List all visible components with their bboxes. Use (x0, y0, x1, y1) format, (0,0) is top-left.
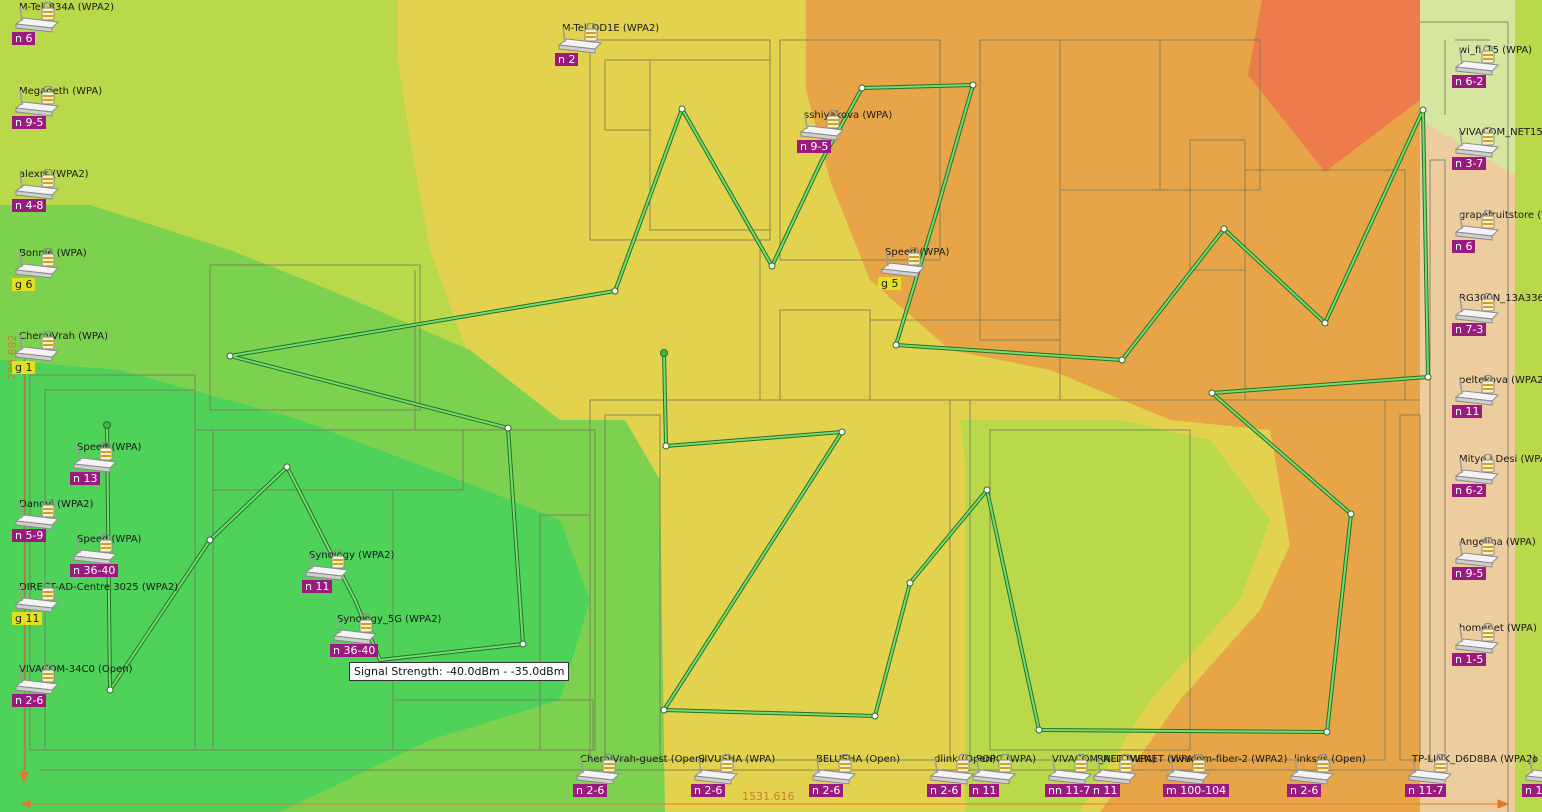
router-icon (1454, 537, 1500, 568)
channel-badge: g 5 (878, 277, 902, 290)
access-point[interactable]: sshiyakova (WPA) n 9-5 (797, 110, 957, 166)
router-icon (14, 248, 60, 279)
access-point[interactable]: VIVACOM-34C0 (Open) n 2-6 (12, 664, 172, 720)
router-icon (1454, 454, 1500, 485)
router-icon (557, 23, 603, 54)
access-point[interactable]: VIVACOM_NET15 n 3-7 (1452, 127, 1542, 183)
channel-badge: g 1 (12, 361, 36, 374)
channel-badge: n 11-7 (1405, 784, 1447, 797)
router-icon (693, 754, 739, 785)
access-point[interactable]: alexrs (WPA2) n 4-8 (12, 169, 172, 225)
heatmap-canvas[interactable]: 789.682 1531.616 M-Tel_834A (WPA2) n 6 Meg… (0, 0, 1542, 812)
router-icon (1407, 754, 1453, 785)
router-icon (1454, 293, 1500, 324)
router-icon (1454, 375, 1500, 406)
access-point[interactable]: Synology (WPA2) n 11 (302, 550, 462, 606)
channel-badge: n 6-2 (1452, 75, 1487, 88)
router-icon (1524, 757, 1542, 783)
heatmap-svg (0, 0, 1542, 812)
router-icon (14, 331, 60, 362)
channel-badge: n 2-6 (927, 784, 962, 797)
channel-badge: n 5-9 (12, 529, 47, 542)
channel-badge: n 11 (969, 784, 1000, 797)
access-point[interactable]: grapefruitstore (W n 6 (1452, 210, 1542, 266)
access-point[interactable]: wi_fi_15 (WPA) n 6-2 (1452, 45, 1542, 101)
access-point[interactable]: Bonnie (WPA) g 6 (12, 248, 172, 304)
channel-badge: n 13 (70, 472, 101, 485)
router-icon (799, 110, 845, 141)
access-point[interactable]: Angelina (WPA) n 9-5 (1452, 537, 1542, 593)
channel-badge: n 4-8 (12, 199, 47, 212)
channel-badge: n 9-5 (12, 116, 47, 129)
channel-badge: n 9-5 (797, 140, 832, 153)
router-icon (14, 169, 60, 200)
router-icon (72, 534, 118, 565)
access-point[interactable]: Mityo i Desi (WPA n 6-2 (1452, 454, 1542, 510)
router-icon (14, 2, 60, 33)
channel-badge: n 7-3 (1452, 323, 1487, 336)
channel-badge: n 11 (1090, 784, 1121, 797)
router-icon (1289, 754, 1335, 785)
router-icon (929, 754, 975, 785)
access-point[interactable]: homenet (WPA) n 1-5 (1452, 623, 1542, 679)
access-point[interactable]: Speed (WPA) n 13 (70, 442, 230, 498)
access-point[interactable]: Megadeth (WPA) n 9-5 (12, 86, 172, 142)
channel-badge: n 6 (1452, 240, 1476, 253)
channel-badge: n 9-5 (1452, 567, 1487, 580)
access-point[interactable]: peltekova (WPA2) n 11 (1452, 375, 1542, 431)
channel-badge: n 2-6 (12, 694, 47, 707)
channel-badge: n 6 (12, 32, 36, 45)
router-icon (1047, 754, 1093, 785)
channel-badge: n 36-40 (70, 564, 119, 577)
channel-badge: n 1 (1522, 784, 1542, 797)
router-icon (575, 754, 621, 785)
router-icon (880, 247, 926, 278)
channel-badge: n 2-6 (1287, 784, 1322, 797)
router-icon (1092, 754, 1138, 785)
channel-badge: g 11 (12, 612, 43, 625)
router-icon (304, 550, 350, 581)
router-icon (1454, 127, 1500, 158)
access-point[interactable]: M-Tel_834A (WPA2) n 6 (12, 2, 172, 58)
access-point[interactable]: Speed (WPA) g 5 (878, 247, 1038, 303)
channel-badge: g 6 (12, 278, 36, 291)
router-icon (14, 86, 60, 117)
router-icon (811, 754, 857, 785)
router-icon (14, 499, 60, 530)
router-icon (14, 582, 60, 613)
channel-badge: n 2 (555, 53, 579, 66)
channel-badge: n 2-6 (691, 784, 726, 797)
router-icon (14, 664, 60, 695)
channel-badge: n 11 (1452, 405, 1483, 418)
router-icon (1454, 623, 1500, 654)
router-icon (1454, 210, 1500, 241)
router-icon (332, 614, 378, 645)
router-icon (1165, 754, 1211, 785)
channel-badge: n 2-6 (573, 784, 608, 797)
channel-badge: n 11 (302, 580, 333, 593)
channel-badge: n 3-7 (1452, 157, 1487, 170)
channel-badge: n 1-5 (1452, 653, 1487, 666)
access-point[interactable]: DIRECT-AD-Centre 3025 (WPA2) g 11 (12, 582, 178, 638)
signal-strength-tooltip: Signal Strength: -40.0dBm - -35.0dBm (349, 662, 570, 681)
access-point[interactable]: Jo n 1 (1522, 754, 1542, 810)
access-point[interactable]: RG300N_13A336 n 7-3 (1452, 293, 1542, 349)
router-icon (1454, 45, 1500, 76)
router-icon (72, 442, 118, 473)
channel-badge: m 100-104 (1163, 784, 1230, 797)
channel-badge: n 6-2 (1452, 484, 1487, 497)
access-point[interactable]: M-Tel_DD1E (WPA2) n 2 (555, 23, 715, 79)
channel-badge: nn 11-7 (1045, 784, 1094, 797)
access-point[interactable]: CherniVrah (WPA) g 1 (12, 331, 172, 387)
channel-badge: n 2-6 (809, 784, 844, 797)
channel-badge: n 36-40 (330, 644, 379, 657)
router-icon (971, 754, 1017, 785)
